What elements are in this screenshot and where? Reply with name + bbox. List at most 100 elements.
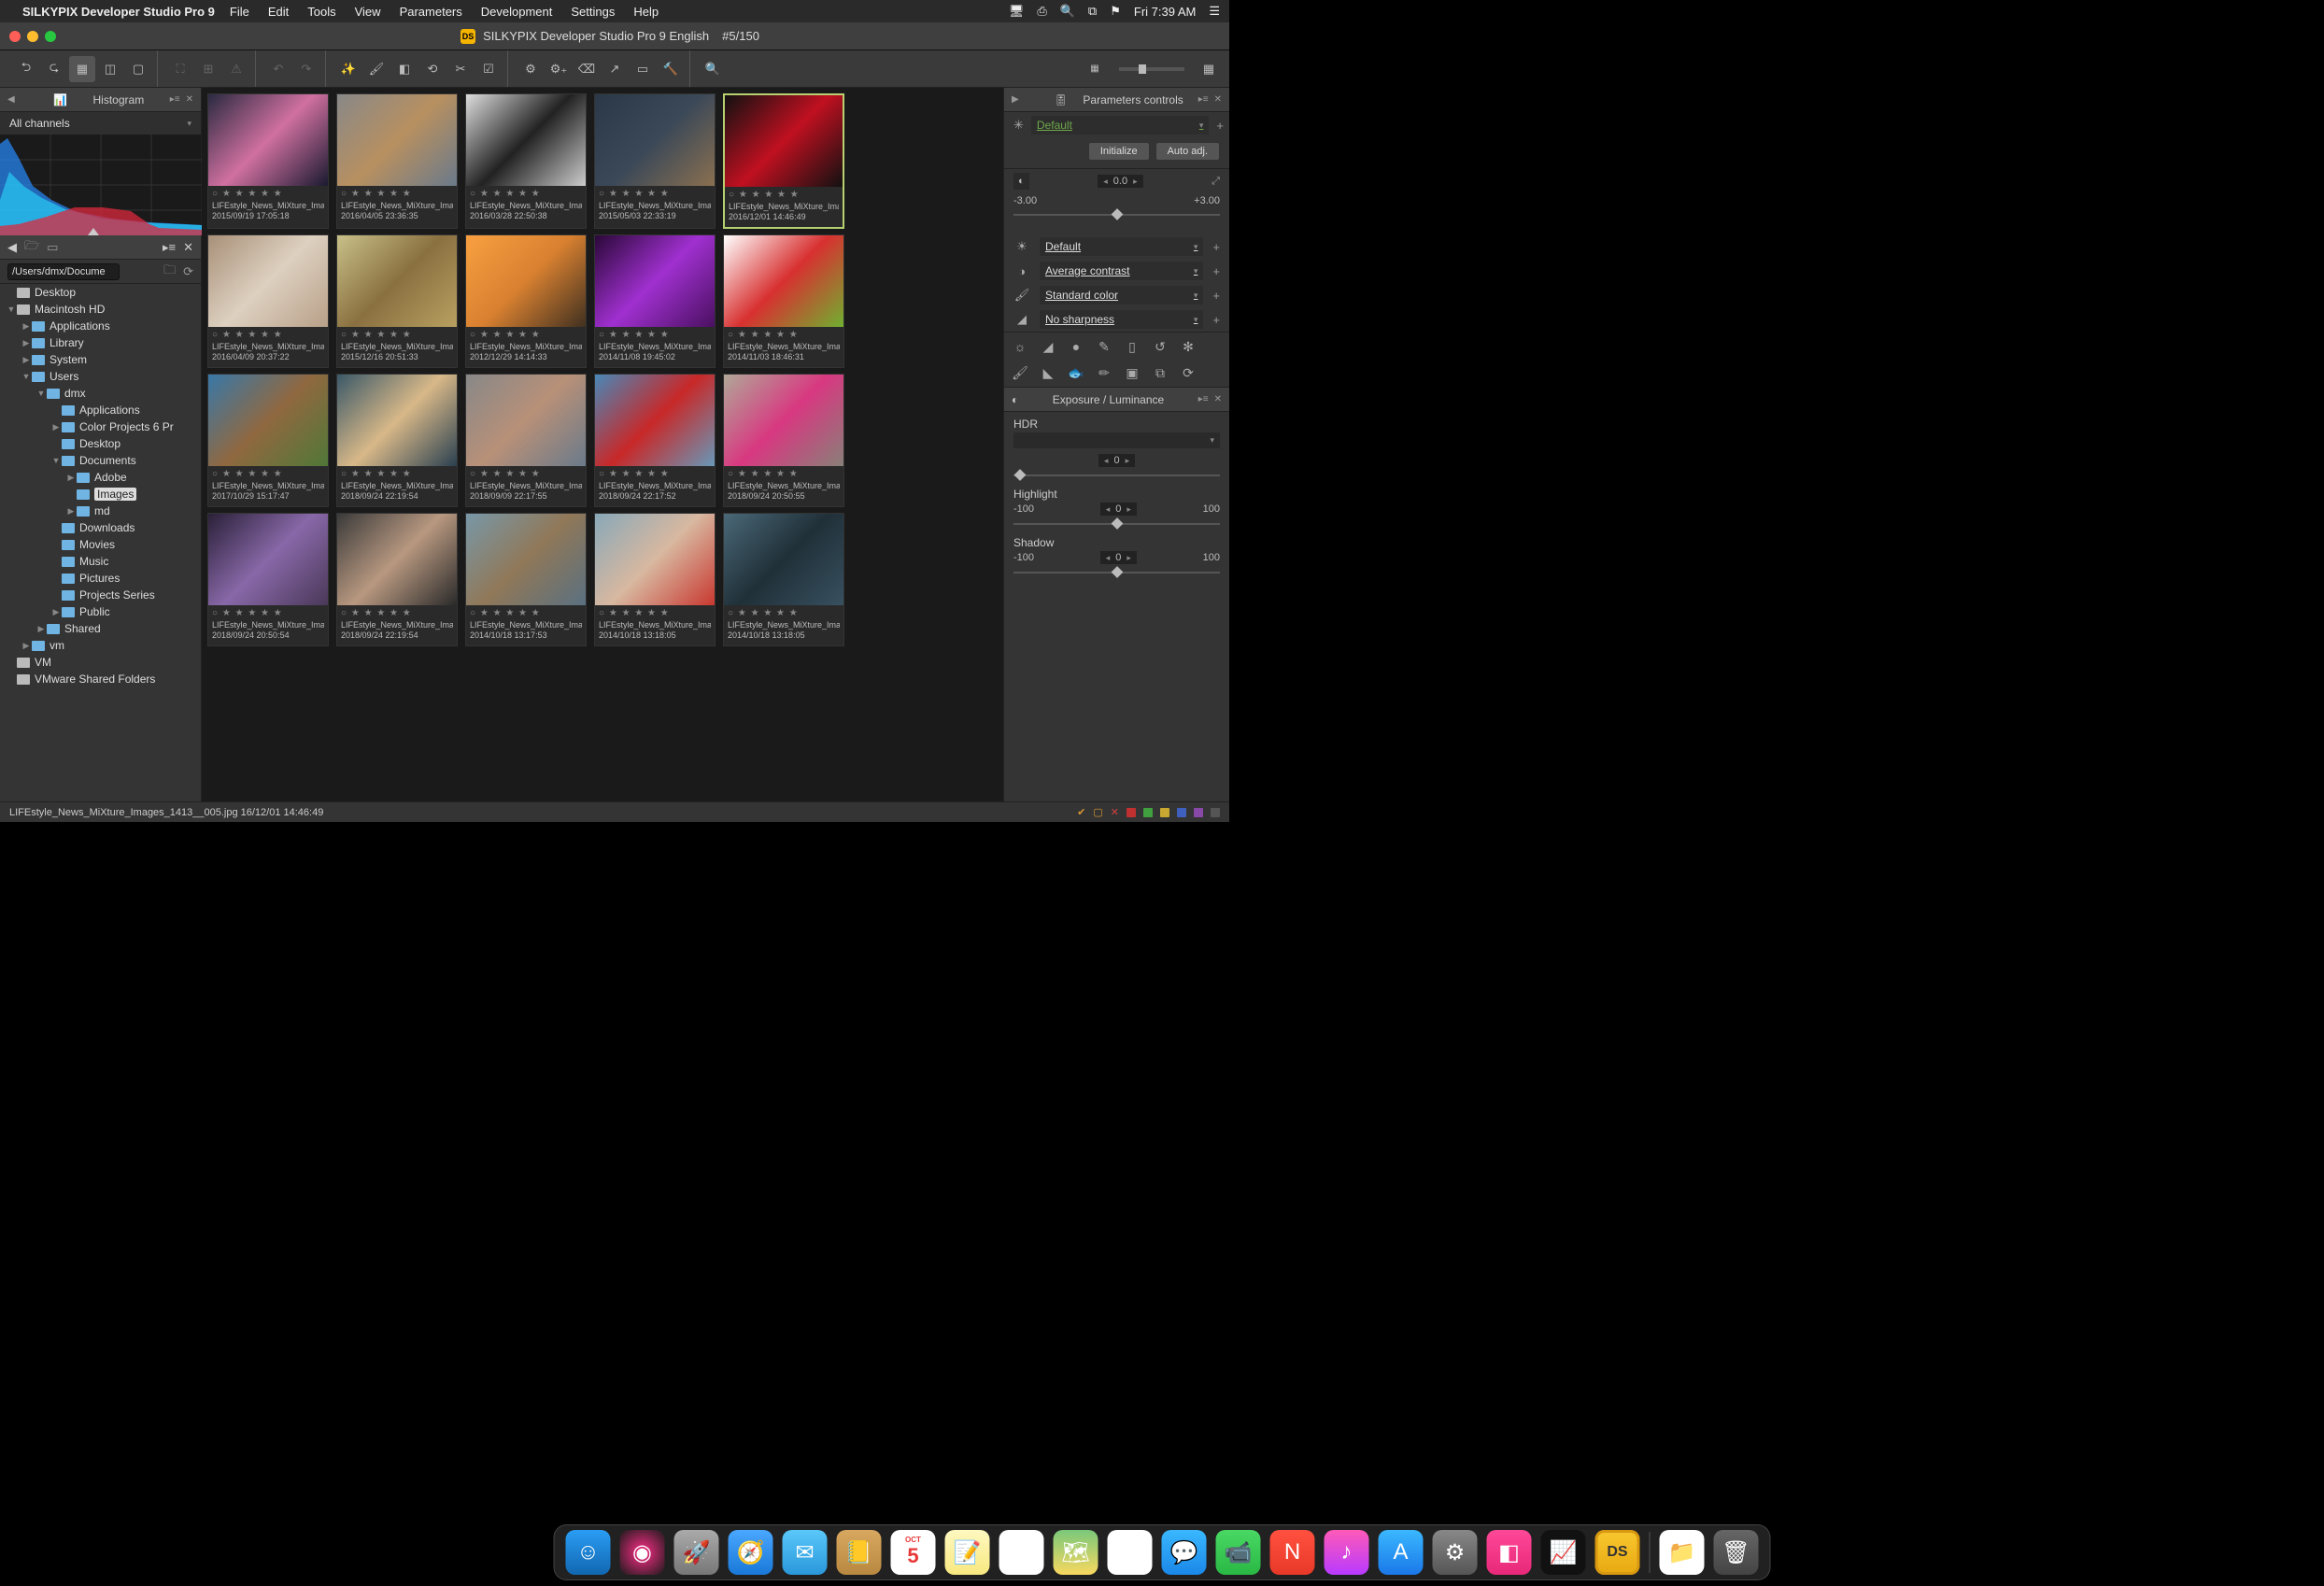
menu-edit[interactable]: Edit [268,5,289,19]
wand-icon[interactable]: ✨ [335,56,361,82]
menu-tools[interactable]: Tools [307,5,335,19]
compare-view-icon[interactable]: ◫ [97,56,123,82]
dock-app-contacts[interactable]: 📒 [837,1530,882,1575]
thumbnail-image[interactable] [595,94,715,186]
dock-app-maps[interactable]: 🗺 [1054,1530,1098,1575]
thumbnail[interactable]: ★ ★ ★ ★ ★ LIFEstyle_News_MiXture_Image 2… [336,234,458,368]
status-check-icon[interactable]: ✔ [1077,806,1085,818]
rotate-icon[interactable]: ⟲ [419,56,446,82]
thumbnail-image[interactable] [208,375,328,466]
status-box-icon[interactable]: ▢ [1093,806,1102,818]
rating-stars[interactable]: ★ ★ ★ ★ ★ [728,608,840,620]
dock-app-siri[interactable]: ◉ [620,1530,665,1575]
decrease-icon[interactable]: ◂ [1103,177,1108,187]
thumbnail[interactable]: ★ ★ ★ ★ ★ LIFEstyle_News_MiXture_Image 2… [465,374,587,507]
export-icon[interactable]: ↗ [602,56,628,82]
menu-parameters[interactable]: Parameters [400,5,462,19]
rating-stars[interactable]: ★ ★ ★ ★ ★ [212,608,324,620]
color-label-purple[interactable] [1194,808,1203,817]
close-panel-icon[interactable]: ✕ [1214,394,1222,404]
sphere-icon[interactable]: ● [1068,338,1084,355]
tree-item[interactable]: ▶Public [0,603,201,620]
hdr-value-box[interactable]: ◂0▸ [1098,454,1135,467]
tree-item[interactable]: ▶vm [0,637,201,654]
dock-app-notes[interactable]: 📝 [945,1530,990,1575]
dock-app-photos[interactable]: ✿ [1108,1530,1153,1575]
thumb-size-slider[interactable] [1119,67,1184,71]
thumbnail[interactable]: ★ ★ ★ ★ ★ LIFEstyle_News_MiXture_Image 2… [336,374,458,507]
color-label-none[interactable] [1211,808,1220,817]
rating-stars[interactable]: ★ ★ ★ ★ ★ [341,189,453,201]
auto-adjust-button[interactable]: Auto adj. [1155,142,1220,161]
minimize-button[interactable] [27,31,38,42]
tree-item[interactable]: Music [0,553,201,570]
zoom-icon[interactable]: 🔍 [700,56,726,82]
thumbnail-image[interactable] [724,514,843,605]
screens-icon[interactable]: ⧉ [1088,4,1097,19]
thumbnail[interactable]: ★ ★ ★ ★ ★ LIFEstyle_News_MiXture_Image 2… [336,513,458,646]
rating-stars[interactable]: ★ ★ ★ ★ ★ [599,189,711,201]
channels-dropdown[interactable]: All channels ▾ [0,112,201,135]
dock-app-itunes[interactable]: ♪ [1325,1530,1369,1575]
close-panel-icon[interactable]: ✕ [186,94,193,105]
rating-stars[interactable]: ★ ★ ★ ★ ★ [729,190,839,202]
display-icon[interactable]: 🖥 [1009,4,1025,19]
folder-open-icon[interactable]: 🗁 [24,237,39,258]
dock-app-preferences[interactable]: ⚙ [1433,1530,1478,1575]
color-dropdown[interactable]: Standard color▾ [1040,286,1203,304]
thumbnail-browser[interactable]: ★ ★ ★ ★ ★ LIFEstyle_News_MiXture_Image 2… [202,88,1003,801]
thumbnail-image[interactable] [337,514,457,605]
thumbnail[interactable]: ★ ★ ★ ★ ★ LIFEstyle_News_MiXture_Image 2… [723,234,844,368]
thumbnail[interactable]: ★ ★ ★ ★ ★ LIFEstyle_News_MiXture_Image 2… [207,513,329,646]
thumbnail-image[interactable] [595,235,715,327]
hammer-icon[interactable]: 🔨 [658,56,684,82]
color-label-yellow[interactable] [1160,808,1169,817]
menu-development[interactable]: Development [481,5,553,19]
thumb-small-icon[interactable]: ▦ [1082,56,1108,82]
batch-icon[interactable]: ⚙₊ [546,56,572,82]
thumbnail-image[interactable] [466,514,586,605]
app-name[interactable]: SILKYPIX Developer Studio Pro 9 [22,5,215,19]
single-view-icon[interactable]: ▢ [125,56,151,82]
close-button[interactable] [9,31,21,42]
tone-icon[interactable]: ◢ [1040,338,1056,355]
thumbnail[interactable]: ★ ★ ★ ★ ★ LIFEstyle_News_MiXture_Image 2… [594,93,716,229]
thumbnail[interactable]: ★ ★ ★ ★ ★ LIFEstyle_News_MiXture_Image 2… [594,374,716,507]
thumbnail-image[interactable] [724,375,843,466]
rating-stars[interactable]: ★ ★ ★ ★ ★ [341,469,453,481]
increase-icon[interactable]: ▸ [1133,177,1138,187]
eraser-icon[interactable]: ⌫ [574,56,600,82]
dock-app-appstore[interactable]: A [1379,1530,1424,1575]
tree-item[interactable]: ▶Applications [0,318,201,334]
dock-app-facetime[interactable]: 📹 [1216,1530,1261,1575]
dock-app-cleaner[interactable]: ◧ [1487,1530,1532,1575]
thumbnail-image[interactable] [595,514,715,605]
add-preset-icon[interactable]: + [1216,119,1224,133]
panel-menu-icon[interactable]: ▸≡ [1198,394,1209,404]
thumbnail-image[interactable] [208,514,328,605]
grid-icon[interactable]: ⊞ [195,56,221,82]
thumbnail[interactable]: ★ ★ ★ ★ ★ LIFEstyle_News_MiXture_Image 2… [207,374,329,507]
dock-app-reminders[interactable]: ⋮ [999,1530,1044,1575]
color-label-blue[interactable] [1177,808,1186,817]
tree-item[interactable]: Images [0,486,201,503]
dock-app-calendar[interactable]: OCT5 [891,1530,936,1575]
dock-app-trash[interactable]: 🗑 [1714,1530,1759,1575]
rating-stars[interactable]: ★ ★ ★ ★ ★ [341,608,453,620]
exposure-slider[interactable] [1013,208,1220,221]
brush2-icon[interactable]: 🖌 [1012,364,1028,381]
color-label-red[interactable] [1127,808,1136,817]
path-input[interactable] [7,263,120,280]
thumbnail[interactable]: ★ ★ ★ ★ ★ LIFEstyle_News_MiXture_Image 2… [723,513,844,646]
thumbnail-image[interactable] [724,235,843,327]
triangle-icon[interactable]: ◣ [1040,364,1056,381]
tree-item[interactable]: Pictures [0,570,201,587]
control-center-icon[interactable]: ☰ [1209,4,1220,19]
menu-settings[interactable]: Settings [571,5,615,19]
tree-item[interactable]: ▶md [0,503,201,519]
rating-stars[interactable]: ★ ★ ★ ★ ★ [212,330,324,342]
rating-stars[interactable]: ★ ★ ★ ★ ★ [470,608,582,620]
thumb-large-icon[interactable]: ▦ [1196,56,1222,82]
rating-stars[interactable]: ★ ★ ★ ★ ★ [470,469,582,481]
dock-app-activity[interactable]: 📈 [1541,1530,1586,1575]
